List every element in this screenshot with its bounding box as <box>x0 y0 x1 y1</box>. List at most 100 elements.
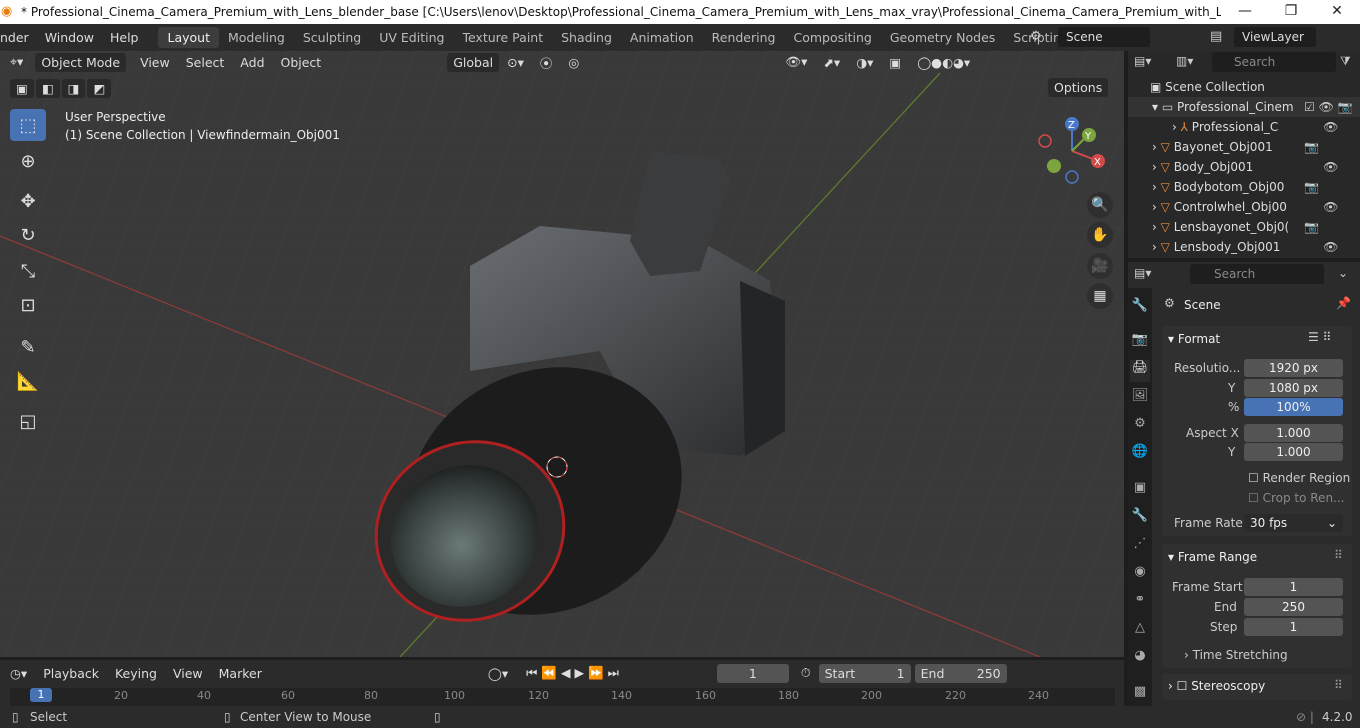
view-layer-icon[interactable]: ▤ <box>1210 29 1222 44</box>
presets-icon[interactable]: ☰ ⠿ <box>1308 330 1331 344</box>
drag-handle-icon[interactable]: ⠿ <box>1334 678 1343 692</box>
auto-keying-icon[interactable]: ◯▾ <box>480 666 516 681</box>
stereoscopy-header[interactable]: › ☐ Stereoscopy <box>1168 679 1265 693</box>
resolution-percent-field[interactable]: 100% <box>1244 398 1343 416</box>
tab-modeling[interactable]: Modeling <box>219 27 294 48</box>
properties-editor-icon[interactable]: ▤▾ <box>1134 266 1151 280</box>
pan-hand-icon[interactable]: ✋ <box>1087 222 1113 248</box>
format-header[interactable]: ▾ Format <box>1168 332 1220 346</box>
menu-add[interactable]: Add <box>232 55 272 70</box>
frame-start-field[interactable]: 1 <box>1244 578 1343 596</box>
zoom-icon[interactable]: 🔍 <box>1087 192 1113 218</box>
playback-controls[interactable]: ⏮ ⏪ ◀ ▶ ⏩ ⏭ <box>518 665 627 681</box>
menu-select[interactable]: Select <box>178 55 233 70</box>
end-frame-field[interactable]: End 250 <box>914 663 1007 683</box>
menu-marker[interactable]: Marker <box>211 666 270 681</box>
move-tool[interactable]: ✥ <box>10 185 46 217</box>
shading-modes-icon[interactable]: ◯●◐◕▾ <box>909 55 978 70</box>
properties-search[interactable]: Search <box>1190 264 1324 284</box>
overlay-icon[interactable]: ◑▾ <box>848 55 881 70</box>
timeline-ruler[interactable]: 1 20 40 60 80 100 120 140 160 180 200 22… <box>10 688 1115 706</box>
tab-shading[interactable]: Shading <box>552 27 621 48</box>
outliner-row-scene-collection[interactable]: ▣ Scene Collection <box>1128 77 1360 97</box>
editor-type-icon[interactable]: ⌖▾ <box>0 54 31 70</box>
viewport-3d[interactable]: ⌖▾ Object Mode View Select Add Object Gl… <box>0 51 1124 657</box>
tab-geometry-nodes[interactable]: Geometry Nodes <box>881 27 1004 48</box>
resolution-x-field[interactable]: 1920 px <box>1244 359 1343 377</box>
pivot-icon[interactable]: ⊙▾ <box>499 55 532 70</box>
tab-texture-paint[interactable]: Texture Paint <box>453 27 552 48</box>
gizmo-toggle-icon[interactable]: ⬈▾ <box>815 55 848 70</box>
visibility-icon[interactable]: 👁▾ <box>777 54 815 70</box>
menu-window[interactable]: Window <box>37 30 102 45</box>
tab-rendering[interactable]: Rendering <box>703 27 785 48</box>
constraints-tab-icon[interactable]: ⚭ <box>1130 592 1150 614</box>
menu-help[interactable]: Help <box>102 30 147 45</box>
outliner-editor-icon[interactable]: ▤▾ <box>1134 54 1151 68</box>
annotate-tool[interactable]: ✎ <box>10 331 46 363</box>
measure-tool[interactable]: 📐 <box>10 365 46 397</box>
texture-tab-icon[interactable]: ▩ <box>1130 684 1150 706</box>
crop-checkbox[interactable]: ☐ Crop to Ren... <box>1248 491 1345 505</box>
select-invert-icon[interactable]: ◩ <box>87 79 112 98</box>
render-region-checkbox[interactable]: ☐ Render Region <box>1248 471 1350 485</box>
restore-button[interactable]: ❐ <box>1268 0 1314 24</box>
add-cube-tool[interactable]: ◱ <box>10 405 46 437</box>
tab-uv-editing[interactable]: UV Editing <box>370 27 453 48</box>
drag-handle-icon[interactable]: ⠿ <box>1334 548 1343 562</box>
properties-options-icon[interactable]: ⌄ <box>1338 266 1348 280</box>
output-tab-icon[interactable]: 🖨 <box>1130 360 1150 382</box>
cursor-tool[interactable]: ⊕ <box>10 145 46 177</box>
tab-layout[interactable]: Layout <box>158 27 219 48</box>
snap-icon[interactable]: ⦿ <box>532 53 561 72</box>
mode-select[interactable]: Object Mode <box>35 52 127 72</box>
material-tab-icon[interactable]: ◕ <box>1130 648 1150 670</box>
stopwatch-icon[interactable]: ⏱ <box>793 665 819 681</box>
start-frame-field[interactable]: Start 1 <box>818 663 911 683</box>
menu-keying[interactable]: Keying <box>107 666 165 681</box>
orientation-select[interactable]: Global <box>447 52 500 72</box>
view-layer-tab-icon[interactable]: 🖼 <box>1130 388 1150 410</box>
menu-view[interactable]: View <box>132 55 178 70</box>
tab-compositing[interactable]: Compositing <box>784 27 880 48</box>
ortho-grid-icon[interactable]: ▦ <box>1087 283 1113 309</box>
outliner-search[interactable]: Search <box>1212 52 1336 72</box>
menu-render[interactable]: nder <box>0 30 37 45</box>
menu-object[interactable]: Object <box>273 55 330 70</box>
scene-icon[interactable]: ⚙ <box>1030 29 1042 44</box>
xray-icon[interactable]: ▣ <box>881 55 909 70</box>
scene-tab-icon[interactable]: ⚙ <box>1130 416 1150 438</box>
camera-view-icon[interactable]: 🎥 <box>1087 253 1113 279</box>
tab-animation[interactable]: Animation <box>621 27 703 48</box>
current-frame-field[interactable]: 1 <box>716 663 789 683</box>
close-button[interactable]: ✕ <box>1314 0 1360 24</box>
resolution-y-field[interactable]: 1080 px <box>1244 379 1343 397</box>
tool-tab-icon[interactable]: 🔧 <box>1130 298 1150 320</box>
frame-range-header[interactable]: ▾ Frame Range <box>1168 550 1257 564</box>
data-tab-icon[interactable]: △ <box>1130 620 1150 642</box>
physics-tab-icon[interactable]: ◉ <box>1130 564 1150 586</box>
filter-icon[interactable]: ⧩ <box>1340 54 1351 69</box>
minimize-button[interactable]: — <box>1222 0 1268 24</box>
frame-rate-select[interactable]: 30 fps ⌄ <box>1244 514 1343 532</box>
options-button[interactable]: Options <box>1048 78 1109 97</box>
aspect-y-field[interactable]: 1.000 <box>1244 443 1343 461</box>
select-new-icon[interactable]: ▣ <box>10 79 34 98</box>
object-tab-icon[interactable]: ▣ <box>1130 480 1150 502</box>
navigation-gizmo[interactable]: Z X Y <box>1030 113 1110 185</box>
select-extend-icon[interactable]: ◧ <box>35 79 60 98</box>
scene-selector[interactable]: Scene <box>1058 27 1150 47</box>
world-tab-icon[interactable]: 🌐 <box>1130 444 1150 466</box>
particles-tab-icon[interactable]: ⋰ <box>1130 536 1150 558</box>
select-subtract-icon[interactable]: ◨ <box>61 79 86 98</box>
rotate-tool[interactable]: ↻ <box>10 219 46 251</box>
menu-timeline-view[interactable]: View <box>165 666 211 681</box>
render-tab-icon[interactable]: 📷 <box>1130 332 1150 354</box>
modifier-tab-icon[interactable]: 🔧 <box>1130 508 1150 530</box>
frame-step-field[interactable]: 1 <box>1244 618 1343 636</box>
select-box-tool[interactable]: ⬚ <box>10 109 46 141</box>
tab-sculpting[interactable]: Sculpting <box>294 27 370 48</box>
transform-tool[interactable]: ⊡ <box>10 289 46 321</box>
playhead[interactable]: 1 <box>30 688 52 702</box>
time-stretching-subpanel[interactable]: › Time Stretching <box>1184 648 1288 662</box>
